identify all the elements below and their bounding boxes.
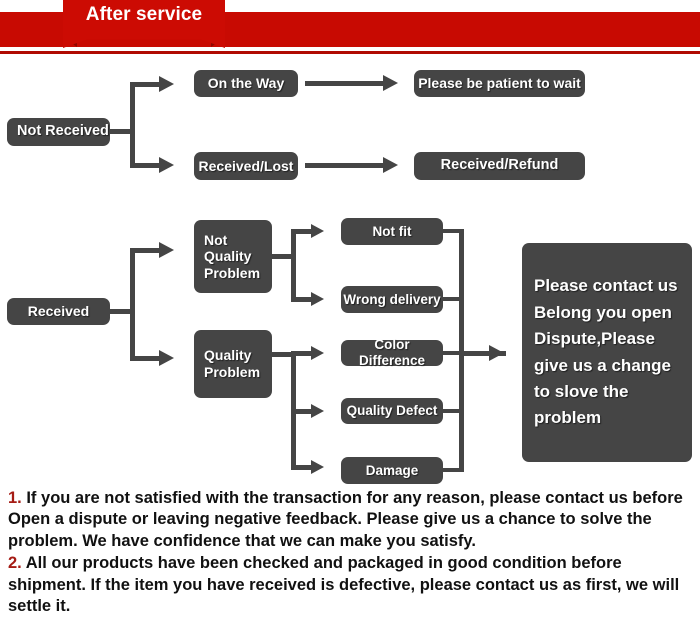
node-damage[interactable]: Damage (341, 457, 443, 484)
connector-line (130, 82, 135, 168)
node-received-refund[interactable]: Received/Refund (414, 152, 585, 180)
node-color-difference[interactable]: Color Difference (341, 337, 443, 368)
arrow-icon (489, 345, 504, 361)
node-label-line: Problem (204, 264, 261, 281)
connector-line (130, 82, 160, 87)
header-banner: After service (0, 0, 700, 58)
connector-line (291, 297, 313, 302)
arrow-icon (311, 292, 324, 306)
connector-line (130, 163, 160, 168)
connector-line (291, 351, 313, 356)
connector-line (305, 163, 385, 168)
policy-item-2-text: All our products have been checked and p… (8, 554, 680, 616)
connector-line (291, 465, 313, 470)
node-label-line: Quality (204, 347, 252, 364)
node-received[interactable]: Received (7, 298, 110, 325)
arrow-icon (383, 157, 398, 173)
arrow-icon (311, 404, 324, 418)
node-not-quality-problem[interactable]: Not Quality Problem (194, 220, 272, 293)
policy-item-1-text: If you are not satisfied with the transa… (8, 489, 683, 550)
node-quality-problem[interactable]: Quality Problem (194, 330, 272, 398)
policy-text-block: 1. If you are not satisfied with the tra… (8, 488, 694, 619)
arrow-icon (159, 350, 174, 366)
node-on-the-way[interactable]: On the Way (194, 70, 298, 97)
connector-line (130, 248, 135, 361)
connector-line (305, 81, 385, 86)
arrow-icon (159, 76, 174, 92)
arrow-icon (159, 242, 174, 258)
node-please-be-patient[interactable]: Please be patient to wait (414, 70, 585, 97)
node-label-line: Quality (204, 248, 252, 265)
connector-line (130, 248, 160, 253)
arrow-icon (311, 346, 324, 360)
page-title: After service (85, 4, 203, 25)
ribbon-underline (0, 51, 700, 54)
policy-item-2: 2. All our products have been checked an… (8, 553, 694, 617)
connector-line (291, 229, 313, 234)
policy-item-1: 1. If you are not satisfied with the tra… (8, 488, 694, 552)
node-received-lost[interactable]: Received/Lost (194, 152, 298, 180)
node-resolution-message[interactable]: Please contact us Belong you open Disput… (522, 243, 692, 462)
node-quality-defect[interactable]: Quality Defect (341, 398, 443, 424)
connector-line (291, 229, 296, 302)
node-not-fit[interactable]: Not fit (341, 218, 443, 245)
resolution-line: Belong you open (534, 302, 672, 322)
node-label-line: Problem (204, 364, 261, 380)
resolution-line: give us a change (534, 355, 671, 375)
resolution-line: problem (534, 408, 602, 428)
connector-line (130, 356, 160, 361)
node-not-received[interactable]: Not Received (7, 118, 110, 146)
resolution-line: Dispute,Please (534, 329, 655, 349)
policy-item-1-number: 1. (8, 489, 22, 507)
resolution-line: to slove the (534, 381, 629, 401)
policy-item-2-number: 2. (8, 554, 22, 573)
arrow-icon (159, 157, 174, 173)
arrow-icon (383, 75, 398, 91)
arrow-icon (311, 224, 324, 238)
resolution-line: Please contact us (534, 276, 678, 296)
node-wrong-delivery[interactable]: Wrong delivery (341, 286, 443, 313)
connector-line (291, 409, 313, 414)
arrow-icon (311, 460, 324, 474)
node-label-line: Not (204, 231, 228, 248)
